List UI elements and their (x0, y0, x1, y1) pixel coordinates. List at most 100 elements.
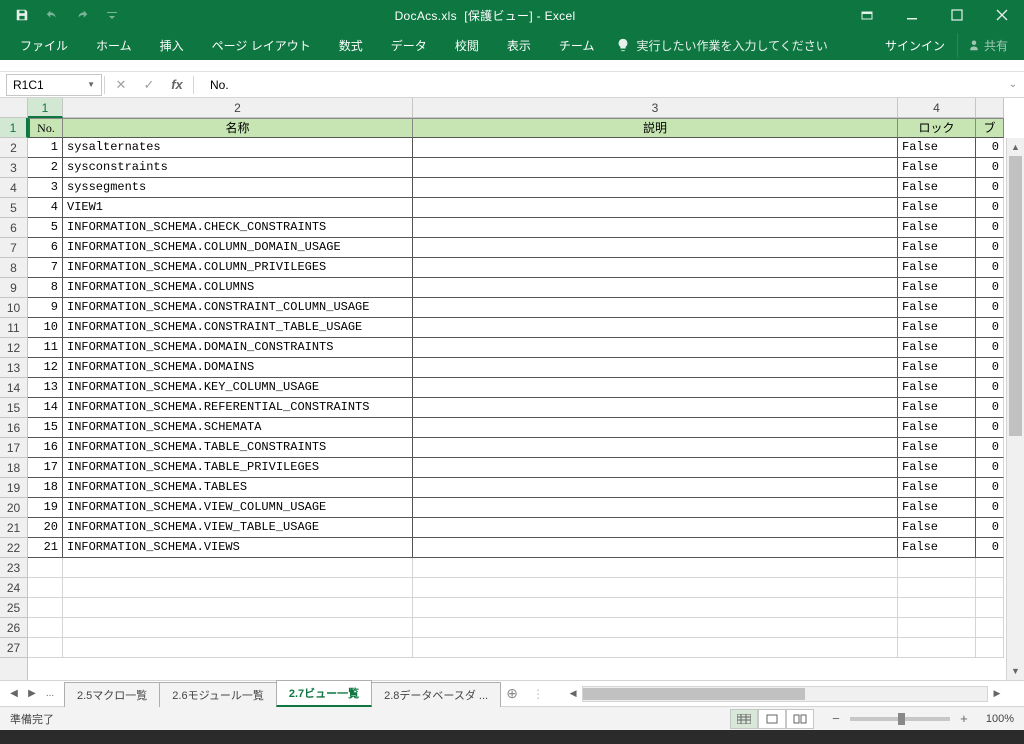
cell[interactable] (413, 358, 898, 378)
formula-input[interactable] (202, 74, 1002, 96)
cell[interactable] (28, 618, 63, 638)
hscroll-right[interactable]: ▶ (988, 688, 1006, 699)
cell[interactable]: sysconstraints (63, 158, 413, 178)
cell[interactable]: VIEW1 (63, 198, 413, 218)
cell[interactable]: False (898, 458, 976, 478)
minimize-button[interactable] (889, 0, 934, 30)
cell[interactable]: INFORMATION_SCHEMA.VIEW_TABLE_USAGE (63, 518, 413, 538)
insert-function-button[interactable]: fx (163, 74, 191, 96)
row-header[interactable]: 3 (0, 158, 27, 178)
cell[interactable]: False (898, 338, 976, 358)
cell[interactable]: 0 (976, 358, 1004, 378)
cell[interactable]: 16 (28, 438, 63, 458)
scroll-thumb[interactable] (1009, 156, 1022, 436)
cell[interactable]: syssegments (63, 178, 413, 198)
ribbon-tab[interactable]: ページ レイアウト (198, 30, 325, 60)
row-header[interactable]: 7 (0, 238, 27, 258)
row-header[interactable]: 9 (0, 278, 27, 298)
cell[interactable] (413, 298, 898, 318)
cell[interactable]: 0 (976, 458, 1004, 478)
sheet-tab[interactable]: 2.8データベースダ ... (371, 682, 501, 707)
cell-grid[interactable]: No.名称説明ロックブ1sysalternatesFalse02sysconst… (28, 118, 1024, 680)
cell[interactable]: 15 (28, 418, 63, 438)
row-header[interactable]: 13 (0, 358, 27, 378)
cell[interactable]: 0 (976, 338, 1004, 358)
ribbon-tab[interactable]: 数式 (325, 30, 377, 60)
cell[interactable]: False (898, 218, 976, 238)
row-header[interactable]: 12 (0, 338, 27, 358)
cell[interactable] (976, 578, 1004, 598)
row-header[interactable]: 20 (0, 498, 27, 518)
cell[interactable]: 20 (28, 518, 63, 538)
cell[interactable]: sysalternates (63, 138, 413, 158)
cell[interactable]: INFORMATION_SCHEMA.COLUMN_DOMAIN_USAGE (63, 238, 413, 258)
cell[interactable]: 0 (976, 218, 1004, 238)
vertical-scrollbar[interactable]: ▲ ▼ (1006, 138, 1024, 680)
cell[interactable]: INFORMATION_SCHEMA.SCHEMATA (63, 418, 413, 438)
name-box[interactable]: R1C1 ▼ (6, 74, 102, 96)
cell[interactable] (413, 458, 898, 478)
zoom-out-button[interactable]: − (828, 711, 844, 726)
cell[interactable] (413, 238, 898, 258)
cell[interactable]: 0 (976, 158, 1004, 178)
cell[interactable]: 0 (976, 278, 1004, 298)
cell[interactable] (28, 598, 63, 618)
row-header[interactable]: 22 (0, 538, 27, 558)
cell[interactable]: False (898, 138, 976, 158)
view-page-break-button[interactable] (786, 709, 814, 729)
cell[interactable] (413, 378, 898, 398)
scroll-down-icon[interactable]: ▼ (1007, 662, 1024, 680)
cell[interactable]: INFORMATION_SCHEMA.CONSTRAINT_TABLE_USAG… (63, 318, 413, 338)
cell[interactable]: 1 (28, 138, 63, 158)
row-header[interactable]: 10 (0, 298, 27, 318)
cell[interactable] (976, 618, 1004, 638)
cell[interactable] (413, 438, 898, 458)
cell[interactable]: 8 (28, 278, 63, 298)
redo-button[interactable] (68, 1, 96, 29)
cell[interactable]: 0 (976, 538, 1004, 558)
hscroll-thumb[interactable] (583, 688, 805, 700)
ribbon-tab[interactable]: チーム (545, 30, 609, 60)
cell[interactable]: 0 (976, 418, 1004, 438)
column-header[interactable]: 3 (413, 98, 898, 117)
cell[interactable]: False (898, 238, 976, 258)
column-header[interactable]: 1 (28, 98, 63, 118)
zoom-in-button[interactable]: + (956, 711, 972, 726)
cell[interactable] (63, 578, 413, 598)
maximize-button[interactable] (934, 0, 979, 30)
cell[interactable]: 0 (976, 138, 1004, 158)
scroll-up-icon[interactable]: ▲ (1007, 138, 1024, 156)
cell[interactable]: 17 (28, 458, 63, 478)
cell[interactable]: False (898, 198, 976, 218)
row-header[interactable]: 5 (0, 198, 27, 218)
cell[interactable]: 6 (28, 238, 63, 258)
cell[interactable]: 12 (28, 358, 63, 378)
cell[interactable] (898, 578, 976, 598)
cell[interactable]: INFORMATION_SCHEMA.DOMAIN_CONSTRAINTS (63, 338, 413, 358)
cell[interactable]: False (898, 278, 976, 298)
column-header[interactable] (976, 98, 1004, 117)
cell[interactable] (413, 618, 898, 638)
cell[interactable] (63, 598, 413, 618)
cell[interactable] (413, 278, 898, 298)
row-header[interactable]: 16 (0, 418, 27, 438)
tell-me-box[interactable]: 実行したい作業を入力してください (616, 37, 827, 54)
cell[interactable]: False (898, 178, 976, 198)
cell[interactable]: 3 (28, 178, 63, 198)
ribbon-display-button[interactable] (844, 0, 889, 30)
cell[interactable]: 2 (28, 158, 63, 178)
cell[interactable]: 0 (976, 238, 1004, 258)
select-all-corner[interactable] (0, 98, 28, 118)
cell[interactable]: 0 (976, 438, 1004, 458)
expand-formula-bar-icon[interactable]: ⌄ (1002, 79, 1024, 90)
column-header[interactable]: 4 (898, 98, 976, 117)
cell[interactable] (413, 218, 898, 238)
row-header[interactable]: 23 (0, 558, 27, 578)
cell[interactable]: 名称 (63, 118, 413, 138)
cell[interactable] (898, 598, 976, 618)
column-header[interactable]: 2 (63, 98, 413, 117)
cell[interactable]: 0 (976, 298, 1004, 318)
row-header[interactable]: 2 (0, 138, 27, 158)
signin-button[interactable]: サインイン (873, 37, 957, 54)
cell[interactable] (63, 618, 413, 638)
